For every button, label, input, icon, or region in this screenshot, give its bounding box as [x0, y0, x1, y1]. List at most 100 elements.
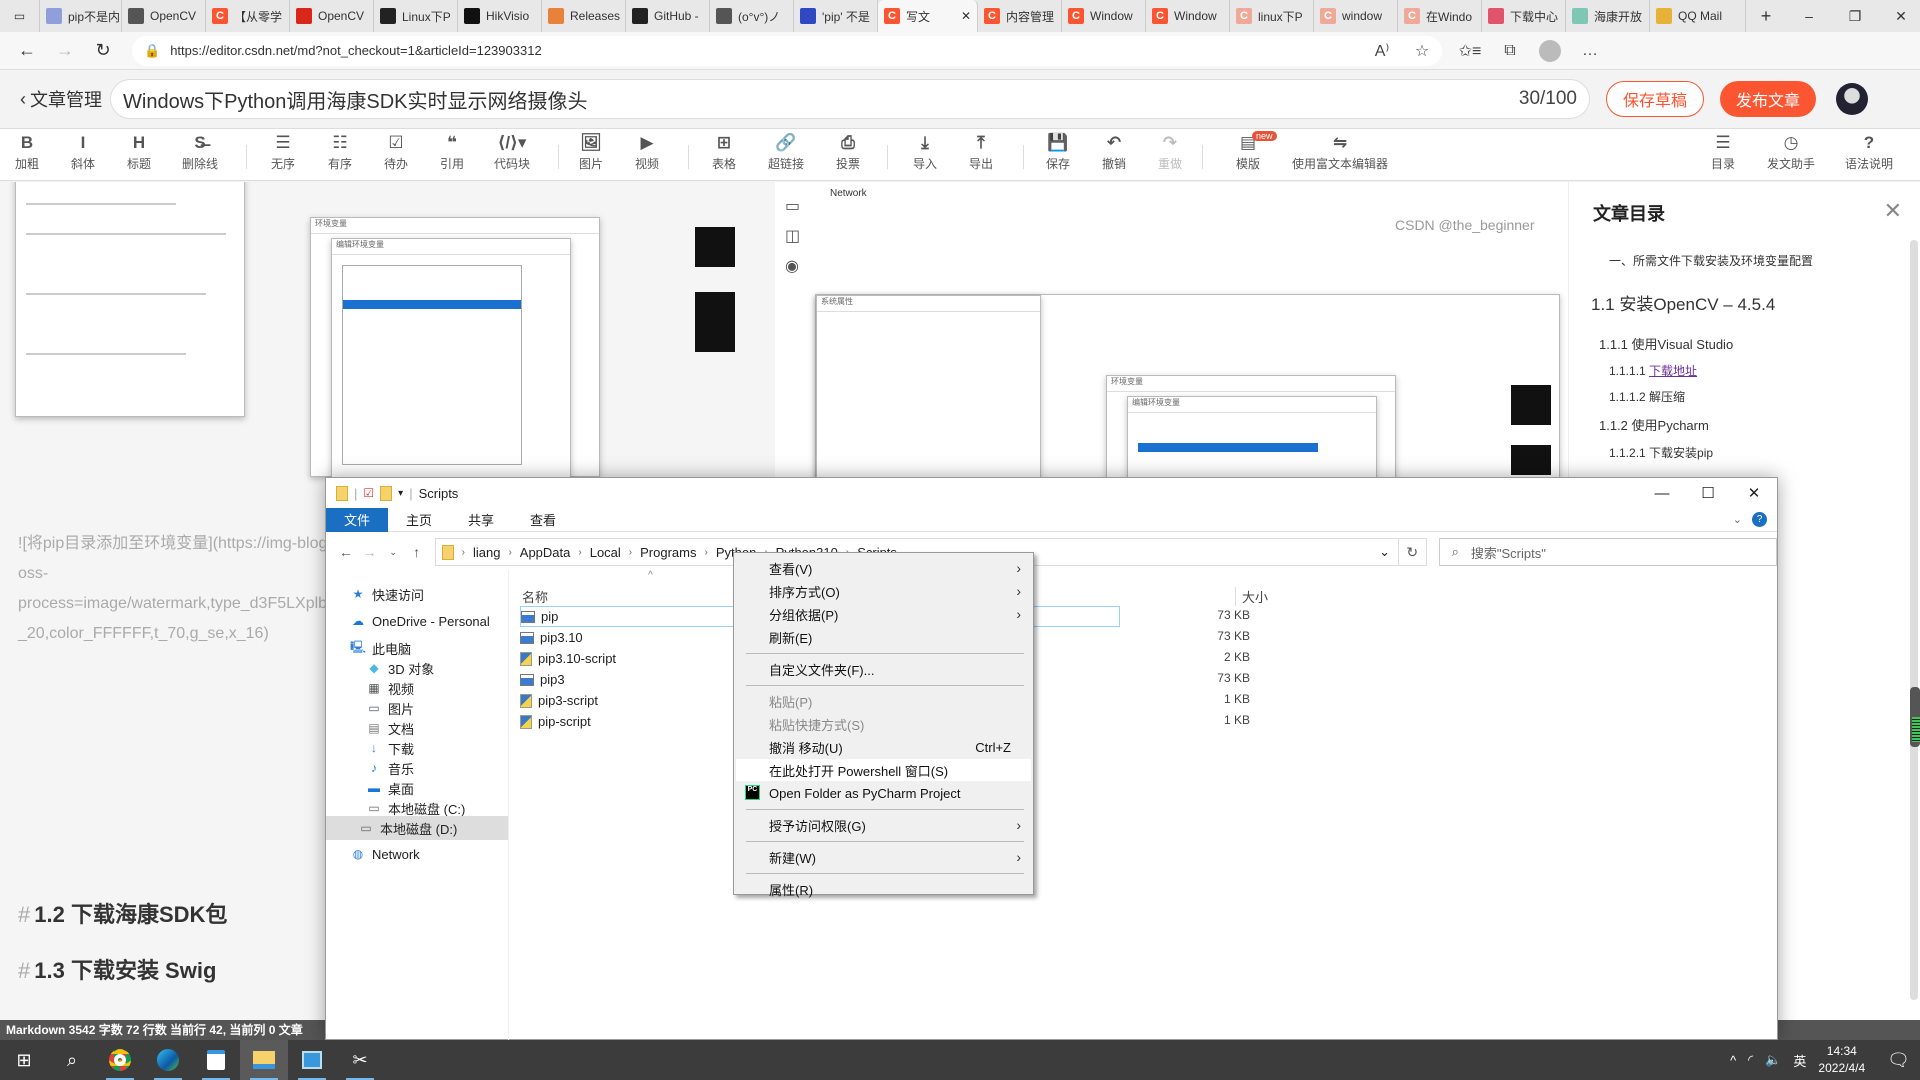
user-avatar[interactable]	[1836, 83, 1869, 115]
browser-tab[interactable]: C Window	[1062, 0, 1146, 32]
browser-tab[interactable]: Cwindow	[1314, 0, 1398, 32]
toolbar-6-button[interactable]: ☑ 待办	[366, 133, 426, 172]
browser-tab[interactable]: 'pip' 不是	[794, 0, 878, 32]
toolbar-2-button[interactable]: H 标题	[109, 133, 169, 172]
nav-item[interactable]: ◍ Network	[350, 842, 420, 866]
path-segment[interactable]: Local	[590, 545, 621, 560]
tab-actions-icon[interactable]: ▭	[0, 0, 40, 32]
help-icon[interactable]: ?	[1752, 512, 1767, 527]
menu-item[interactable]: 查看(V) ›	[736, 557, 1031, 579]
search-input[interactable]: ⌕ 搜索"Scripts"	[1438, 538, 1777, 566]
menu-item[interactable]: 排序方式(O) ›	[736, 580, 1031, 602]
browser-tab[interactable]: (o°v°)ノ	[710, 0, 794, 32]
browser-tab[interactable]: HikVisio	[458, 0, 542, 32]
save-draft-button[interactable]: 保存草稿	[1606, 81, 1705, 117]
explorer-minimize-button[interactable]: —	[1639, 478, 1685, 508]
store-icon[interactable]	[192, 1040, 240, 1080]
toolbar-11-button[interactable]: ⊞ 表格	[694, 133, 754, 172]
maximize-button[interactable]: ❐	[1832, 0, 1878, 32]
toolbar-22-button[interactable]: ◷ 发文助手	[1761, 133, 1821, 172]
ribbon-tab-view[interactable]: 查看	[512, 508, 574, 532]
article-title-input[interactable]: Windows下Python调用海康SDK实时显示网络摄像头 30/100	[110, 79, 1590, 119]
path-segment[interactable]: Programs	[640, 545, 696, 560]
toolbar-20-button[interactable]: ⇋ 使用富文本编辑器	[1270, 133, 1410, 172]
toc-item[interactable]: 一、所需文件下载安装及环境变量配置	[1609, 252, 1813, 269]
close-icon[interactable]: ✕	[1884, 198, 1902, 224]
explorer-maximize-button[interactable]: ☐	[1685, 478, 1731, 508]
path-chevron-icon[interactable]: ›	[705, 547, 708, 558]
toolbar-12-button[interactable]: 🔗 超链接	[756, 133, 816, 172]
browser-tab[interactable]: Clinux下P	[1230, 0, 1314, 32]
toc-item[interactable]: 1.1.2 使用Pycharm	[1599, 415, 1709, 434]
menu-item[interactable]: Open Folder as PyCharm Project PC	[736, 782, 1031, 804]
browser-tab[interactable]: QQ Mail	[1650, 0, 1746, 32]
column-header-size[interactable]: 大小	[1235, 587, 1268, 606]
toc-item[interactable]: 1.1.2.1 下载安装pip	[1609, 444, 1713, 461]
browser-tab[interactable]: Releases	[542, 0, 626, 32]
column-header-name[interactable]: 名称	[522, 587, 548, 606]
menu-item[interactable]: 属性(R)	[736, 878, 1031, 900]
read-aloud-icon[interactable]: A⁾	[1362, 41, 1402, 61]
profile-icon[interactable]	[1530, 39, 1570, 62]
back-icon[interactable]: ←	[8, 35, 46, 67]
chrome-icon[interactable]	[96, 1040, 144, 1080]
menu-item[interactable]: 自定义文件夹(F)...	[736, 658, 1031, 680]
menu-item[interactable]: 粘贴(P)	[736, 690, 1031, 712]
wifi-icon[interactable]: ◜	[1748, 1052, 1753, 1068]
path-chevron-icon[interactable]: ›	[508, 547, 511, 558]
toolbar-7-button[interactable]: ❝ 引用	[422, 133, 482, 172]
show-hidden-icons[interactable]: ^	[1730, 1053, 1736, 1068]
snipping-tool-icon[interactable]: ✂	[336, 1040, 384, 1080]
customize-quick-access-icon[interactable]: ▾	[398, 488, 403, 499]
ribbon-tab-home[interactable]: 主页	[388, 508, 450, 532]
toc-item[interactable]: 1.1.1.2 解压缩	[1609, 388, 1685, 405]
path-chevron-icon[interactable]: ›	[578, 547, 581, 558]
toolbar-13-button[interactable]: ⎙ 投票	[818, 133, 878, 172]
add-favorite-icon[interactable]: ☆	[1402, 41, 1442, 61]
path-segment[interactable]: liang	[473, 545, 500, 560]
menu-item[interactable]: 授予访问权限(G) ›	[736, 814, 1031, 836]
toolbar-19-button[interactable]: ▤ 模版 new	[1218, 131, 1278, 172]
menu-item[interactable]: 新建(W) ›	[736, 846, 1031, 868]
minimize-button[interactable]: –	[1786, 0, 1832, 32]
forward-icon[interactable]: →	[358, 544, 382, 560]
toolbar-17-button[interactable]: ↶ 撤销	[1084, 133, 1144, 172]
properties-icon[interactable]: ☑	[363, 486, 374, 500]
toc-item[interactable]: 1.1 安装OpenCV – 4.5.4	[1591, 290, 1775, 315]
toc-item[interactable]: 1.1.1.1 下载地址	[1609, 362, 1697, 379]
publish-button[interactable]: 发布文章	[1720, 81, 1817, 117]
path-segment[interactable]: AppData	[520, 545, 571, 560]
toolbar-4-button[interactable]: ☰ 无序	[253, 133, 313, 172]
menu-item[interactable]: 撤消 移动(U) Ctrl+Z	[736, 736, 1031, 758]
back-to-article-management[interactable]: ‹ 文章管理	[20, 86, 102, 112]
toolbar-1-button[interactable]: I 斜体	[53, 133, 113, 172]
toc-link[interactable]: 下载地址	[1649, 364, 1697, 378]
up-icon[interactable]: ↑	[405, 544, 429, 560]
toolbar-21-button[interactable]: ☰ 目录	[1693, 133, 1753, 172]
toolbar-0-button[interactable]: B 加粗	[0, 133, 57, 172]
toolbar-9-button[interactable]: 🖼 图片	[561, 133, 621, 172]
toolbar-16-button[interactable]: 💾 保存	[1028, 133, 1088, 172]
toolbar-10-button[interactable]: ▶ 视频	[617, 133, 677, 172]
more-icon[interactable]: …	[1570, 42, 1610, 60]
file-explorer-icon[interactable]	[240, 1040, 288, 1080]
path-chevron-icon[interactable]: ›	[462, 547, 465, 558]
control-panel-icon[interactable]	[288, 1040, 336, 1080]
toc-item[interactable]: 1.1.1 使用Visual Studio	[1599, 334, 1733, 353]
toolbar-15-button[interactable]: ⤒ 导出	[951, 133, 1011, 172]
back-icon[interactable]: ←	[334, 544, 358, 560]
toolbar-14-button[interactable]: ⤓ 导入	[895, 133, 955, 172]
windows-start-icon[interactable]: ⊞	[0, 1040, 48, 1080]
browser-tab[interactable]: C 在Windo	[1398, 0, 1482, 32]
edge-icon[interactable]	[144, 1040, 192, 1080]
favorites-icon[interactable]: ✩≡	[1450, 41, 1490, 61]
clock[interactable]: 14:34 2022/4/4	[1818, 1043, 1865, 1077]
toolbar-23-button[interactable]: ? 语法说明	[1839, 133, 1899, 172]
nav-item[interactable]: ★ 快速访问	[350, 582, 424, 606]
browser-tab[interactable]: OpenCV	[290, 0, 374, 32]
recent-locations-icon[interactable]: ⌄	[381, 547, 405, 558]
path-chevron-icon[interactable]: ›	[629, 547, 632, 558]
browser-tab[interactable]: 海康开放	[1566, 0, 1650, 32]
browser-tab[interactable]: C 【从零学	[206, 0, 290, 32]
toolbar-18-button[interactable]: ↷ 重做	[1140, 133, 1200, 172]
